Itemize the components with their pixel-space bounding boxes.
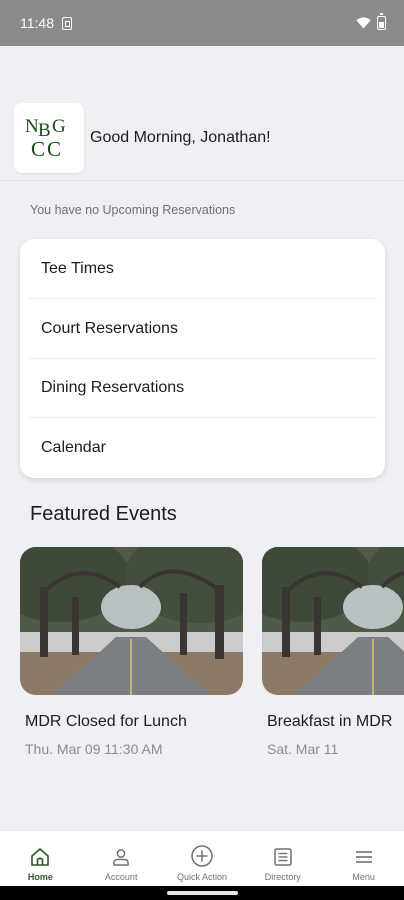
featured-events-title: Featured Events <box>30 503 177 525</box>
court-reservations-link[interactable]: Court Reservations <box>20 299 385 359</box>
reservations-notice: You have no Upcoming Reservations <box>30 203 236 217</box>
svg-text:C: C <box>47 137 61 161</box>
wifi-icon <box>356 17 371 29</box>
event-title: MDR Closed for Lunch <box>25 713 187 730</box>
tab-directory[interactable]: Directory <box>242 831 323 886</box>
tab-home[interactable]: Home <box>0 831 81 886</box>
status-right <box>356 13 386 30</box>
home-icon <box>31 847 50 866</box>
tab-label: Account <box>104 872 138 882</box>
event-card[interactable]: Breakfast in MDR Sat. Mar 11 <box>262 547 404 757</box>
greeting-text: Good Morning, Jonathan! <box>90 128 271 146</box>
tee-times-link[interactable]: Tee Times <box>20 239 385 299</box>
event-date: Thu. Mar 09 11:30 AM <box>25 741 163 757</box>
sim-card-icon <box>62 16 72 30</box>
tab-label: Home <box>27 872 53 882</box>
event-title: Breakfast in MDR <box>267 713 393 730</box>
status-left: 11:48 <box>20 15 72 31</box>
club-logo-mark: N B G C C <box>25 116 66 161</box>
event-photo <box>262 547 404 695</box>
calendar-link[interactable]: Calendar <box>20 418 385 478</box>
event-photo <box>20 547 243 695</box>
event-card[interactable]: MDR Closed for Lunch Thu. Mar 09 11:30 A… <box>20 547 243 757</box>
svg-text:N: N <box>25 116 39 137</box>
quick-links-card: Tee Times Court Reservations Dining Rese… <box>20 239 385 478</box>
tab-quick-action[interactable]: Quick Action <box>162 831 243 886</box>
tab-account[interactable]: Account <box>81 831 162 886</box>
tab-label: Directory <box>264 872 301 882</box>
status-bar: 11:48 <box>0 0 404 46</box>
svg-text:G: G <box>52 116 66 137</box>
hamburger-icon <box>355 851 372 863</box>
person-icon <box>113 849 129 866</box>
tab-label: Menu <box>352 872 375 882</box>
list-icon <box>274 848 292 866</box>
club-logo[interactable]: N B G C C <box>14 102 84 173</box>
battery-icon <box>377 13 386 30</box>
featured-events-carousel[interactable]: MDR Closed for Lunch Thu. Mar 09 11:30 A… <box>0 547 404 767</box>
dining-reservations-link[interactable]: Dining Reservations <box>20 359 385 419</box>
greeting-header: N B G C C Good Morning, Jonathan! <box>0 95 404 181</box>
tab-menu[interactable]: Menu <box>323 831 404 886</box>
bottom-tab-bar: Home Account Quick Action Directory Menu <box>0 830 404 886</box>
svg-text:C: C <box>31 137 45 161</box>
home-indicator[interactable] <box>167 891 238 895</box>
event-date: Sat. Mar 11 <box>267 741 339 757</box>
tab-label: Quick Action <box>176 872 227 882</box>
plus-circle-icon <box>191 845 213 867</box>
status-time: 11:48 <box>20 15 54 31</box>
